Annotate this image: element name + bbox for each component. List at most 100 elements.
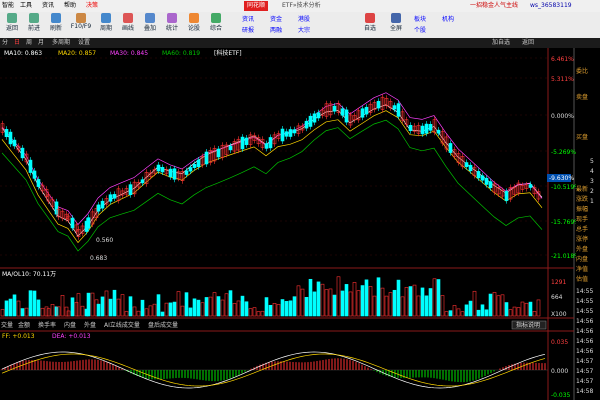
volume-bar: [504, 302, 509, 317]
volume-bar: [340, 290, 345, 317]
tab-multi-period[interactable]: 多周期: [52, 38, 70, 48]
volume-bar: [112, 289, 117, 317]
ind-tab-amount[interactable]: 金额: [18, 321, 30, 329]
overview-icon: [211, 13, 221, 23]
level-5: 5: [590, 158, 594, 165]
volume-bar: [436, 279, 441, 317]
refresh-icon: [51, 13, 61, 23]
ind-tab-volume[interactable]: 交量: [1, 321, 13, 329]
fund-button[interactable]: 资金: [268, 14, 284, 23]
fullscreen-button[interactable]: 全屏: [386, 12, 406, 32]
draw-line-button[interactable]: 画线: [118, 12, 138, 32]
volume-bar: [392, 289, 397, 317]
menu-help[interactable]: 帮助: [64, 1, 76, 11]
volume-bar: [408, 286, 413, 317]
tab-month[interactable]: 月: [38, 38, 44, 48]
volume-bar: [240, 295, 245, 317]
back-button[interactable]: 返回: [2, 12, 22, 32]
candle-body: [168, 168, 173, 178]
candle-body: [420, 125, 425, 135]
level-4: 4: [590, 168, 594, 175]
volume-bar: [108, 298, 113, 317]
volume-bar: [464, 304, 469, 317]
indicator-help-label: 指标说明: [516, 321, 540, 329]
label-limit-up: 涨停: [576, 236, 589, 243]
menu-smart[interactable]: 智能: [2, 1, 14, 11]
stats-button[interactable]: 统计: [162, 12, 182, 32]
volume-bar: [160, 311, 165, 317]
news-button[interactable]: 资讯: [240, 14, 256, 23]
candle-body: [156, 164, 161, 172]
candle-body: [468, 164, 473, 172]
f10-button[interactable]: F10/F9: [68, 12, 94, 30]
volume-bar: [8, 298, 13, 317]
candle-body: [216, 148, 221, 158]
kline-chart[interactable]: MA10: 0.863 MA20: 0.857 MA30: 0.845 MA60…: [0, 48, 600, 400]
candle-body: [344, 109, 349, 123]
tick-time-9: 14:57: [576, 368, 594, 375]
vol-tick-2: 664: [551, 294, 563, 301]
candle-body: [20, 147, 25, 159]
ind-tab-turnover[interactable]: 换手率: [38, 321, 56, 329]
overview-button[interactable]: 综合: [206, 12, 226, 32]
tick-time-5: 14:56: [576, 328, 594, 335]
candle-body: [140, 179, 145, 184]
block-trade-button[interactable]: 大宗: [296, 25, 312, 34]
menu-news[interactable]: 资讯: [42, 1, 54, 11]
tab-minute[interactable]: 分: [2, 38, 8, 48]
institution-button[interactable]: 机构: [440, 14, 456, 23]
ind-tab-ai[interactable]: AI立线成交量: [104, 321, 140, 329]
candle-body: [424, 123, 429, 134]
candle-body: [268, 137, 273, 149]
tab-settings[interactable]: 设置: [78, 38, 90, 48]
candle-body: [360, 108, 365, 118]
volume-bar: [32, 290, 37, 317]
refresh-button[interactable]: 刷新: [46, 12, 66, 32]
volume-bar: [4, 300, 9, 317]
add-watchlist-link[interactable]: 加自选: [492, 38, 510, 48]
tick-time-7: 14:56: [576, 348, 594, 355]
candle-body: [240, 136, 245, 150]
ma20-legend: MA20: 0.857: [58, 50, 96, 57]
sector-button[interactable]: 板块: [412, 14, 428, 23]
margin-button[interactable]: 两融: [268, 25, 284, 34]
promo-link[interactable]: 一招稳金人气主线: [470, 1, 518, 11]
label-total-volume: 总手: [576, 226, 589, 233]
candle-body: [188, 167, 193, 172]
candle-body: [96, 204, 101, 212]
menu-decision[interactable]: 决策: [86, 1, 98, 11]
menu-tools[interactable]: 工具: [20, 1, 32, 11]
candle-body: [448, 143, 453, 153]
ind-tab-after[interactable]: 盘后成交量: [148, 321, 178, 329]
tab-day[interactable]: 日: [14, 38, 20, 48]
stock-button[interactable]: 个股: [412, 25, 428, 34]
volume-bar: [288, 300, 293, 317]
candle-body: [172, 168, 177, 180]
period-icon: [101, 13, 111, 23]
ind-tab-outer[interactable]: 外盘: [84, 321, 96, 329]
level-1: 1: [590, 198, 594, 205]
forum-button[interactable]: 论股: [184, 12, 204, 32]
macd-tick-1: 0.035: [551, 339, 568, 346]
volume-bar: [86, 292, 91, 317]
account-name[interactable]: ws_36583119: [530, 1, 572, 11]
watchlist-button[interactable]: 自选: [360, 12, 380, 32]
candle-body: [160, 167, 165, 173]
forward-button[interactable]: 前进: [24, 12, 44, 32]
macd-tick-3: -0.035: [551, 392, 571, 399]
volume-bar: [216, 296, 221, 317]
back-link[interactable]: 返回: [522, 38, 534, 48]
period-button[interactable]: 周期: [96, 12, 116, 32]
ind-tab-inner[interactable]: 内盘: [64, 321, 76, 329]
overlay-button[interactable]: 叠加: [140, 12, 160, 32]
tab-week[interactable]: 周: [26, 38, 32, 48]
candle-body: [332, 105, 337, 112]
hk-button[interactable]: 港股: [296, 14, 312, 23]
overlay-icon: [145, 13, 155, 23]
candle-body: [484, 177, 489, 185]
ma60-legend: MA60: 0.819: [162, 50, 200, 57]
research-button[interactable]: 研报: [240, 25, 256, 34]
volume-bar: [364, 279, 369, 317]
price-tick-2: 5.311%: [551, 76, 574, 83]
label-sell: 卖盘: [576, 94, 589, 101]
